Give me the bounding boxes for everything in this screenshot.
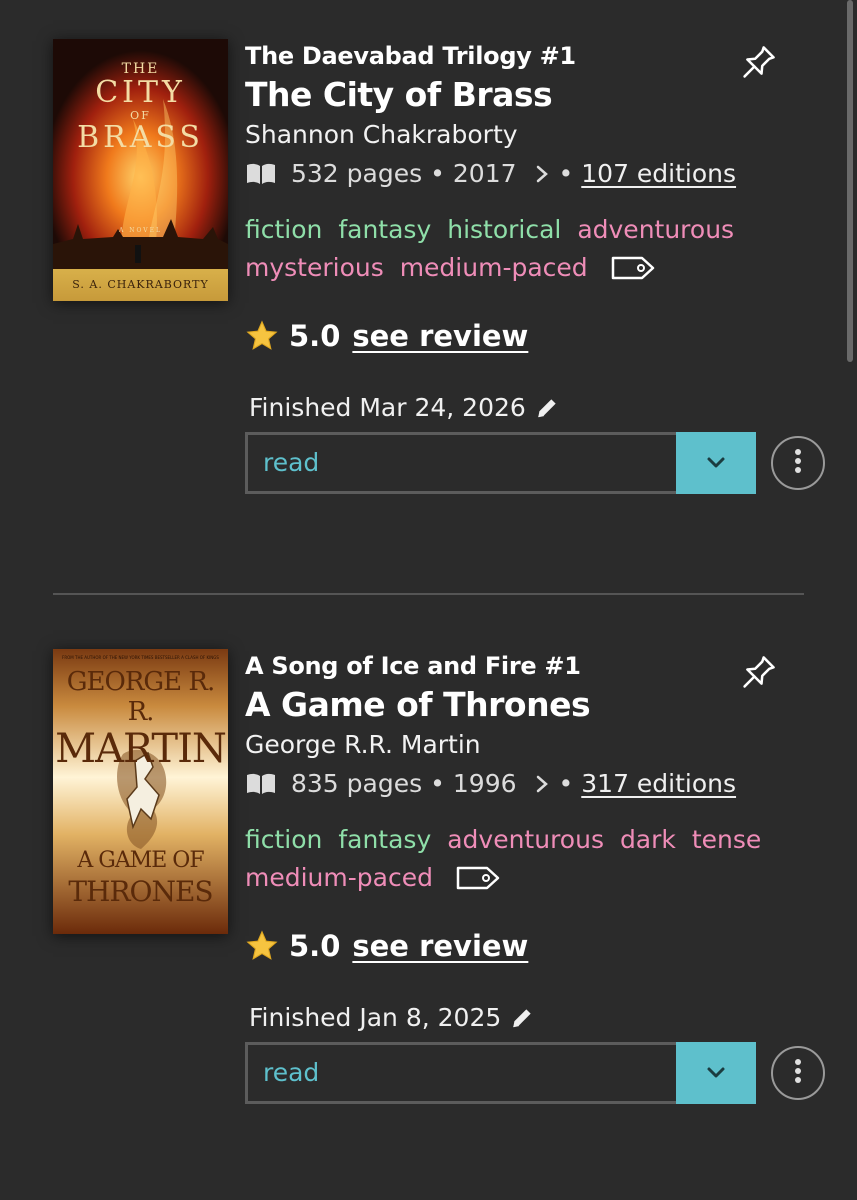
meta-separator: • bbox=[430, 159, 445, 188]
publish-year: 1996 bbox=[452, 769, 517, 798]
book-cover[interactable]: THE CITY OF BRASS A NOVEL S. A. CHAKRABO… bbox=[53, 39, 228, 301]
cover-title: THE CITY OF BRASS bbox=[77, 61, 204, 155]
tag-list: fiction fantasy historical adventurous m… bbox=[245, 211, 805, 293]
book-title[interactable]: The City of Brass bbox=[245, 75, 553, 114]
cover-author: S. A. CHAKRABORTY bbox=[72, 278, 209, 291]
book-author[interactable]: George R.R. Martin bbox=[245, 730, 481, 759]
mood-tag[interactable]: mysterious bbox=[245, 253, 384, 282]
finished-label: Finished Jan 8, 2025 bbox=[249, 1003, 502, 1032]
tag-icon[interactable] bbox=[455, 864, 501, 903]
status-value: read bbox=[263, 1058, 320, 1087]
genre-tag[interactable]: fiction bbox=[245, 825, 322, 854]
mood-tag[interactable]: dark bbox=[620, 825, 676, 854]
finished-label: Finished Mar 24, 2026 bbox=[249, 393, 526, 422]
divider bbox=[53, 593, 804, 595]
finished-date[interactable]: Finished Mar 24, 2026 bbox=[249, 393, 560, 422]
book-meta: 532 pages • 2017 • 107 editions bbox=[245, 159, 736, 188]
tag-icon[interactable] bbox=[610, 254, 656, 293]
book-meta: 835 pages • 1996 • 317 editions bbox=[245, 769, 736, 798]
book-cover[interactable]: FROM THE AUTHOR OF THE NEW YORK TIMES BE… bbox=[53, 649, 228, 934]
pin-icon[interactable] bbox=[735, 650, 781, 700]
genre-tag[interactable]: historical bbox=[447, 215, 561, 244]
publish-year: 2017 bbox=[452, 159, 517, 188]
pace-tag[interactable]: medium-paced bbox=[245, 863, 433, 892]
more-options-button[interactable] bbox=[771, 1046, 825, 1100]
genre-tag[interactable]: fantasy bbox=[338, 215, 431, 244]
status-value: read bbox=[263, 448, 320, 477]
page-count: 835 pages bbox=[291, 769, 423, 798]
book-author[interactable]: Shannon Chakraborty bbox=[245, 120, 518, 149]
pencil-icon[interactable] bbox=[509, 1005, 535, 1031]
rating-value: 5.0 bbox=[289, 319, 341, 353]
cover-title: A GAME OF THRONES bbox=[68, 848, 213, 908]
rating-value: 5.0 bbox=[289, 929, 341, 963]
book-title[interactable]: A Game of Thrones bbox=[245, 685, 591, 724]
genre-tag[interactable]: fiction bbox=[245, 215, 322, 244]
book-open-icon bbox=[245, 162, 277, 186]
tag-list: fiction fantasy adventurous dark tense m… bbox=[245, 821, 805, 903]
editions-link[interactable]: 107 editions bbox=[581, 159, 736, 188]
rating: 5.0 see review bbox=[245, 929, 528, 963]
see-review-link[interactable]: see review bbox=[352, 929, 528, 963]
page-count: 532 pages bbox=[291, 159, 423, 188]
series-label[interactable]: The Daevabad Trilogy #1 bbox=[245, 42, 576, 70]
editions-link[interactable]: 317 editions bbox=[581, 769, 736, 798]
chevron-right-icon[interactable] bbox=[535, 774, 549, 794]
mood-tag[interactable]: adventurous bbox=[447, 825, 604, 854]
more-options-button[interactable] bbox=[771, 436, 825, 490]
book-card: THE CITY OF BRASS A NOVEL S. A. CHAKRABO… bbox=[0, 0, 857, 560]
status-dropdown[interactable]: read bbox=[245, 1042, 756, 1104]
cover-novel-label: A NOVEL bbox=[118, 227, 162, 234]
meta-separator: • bbox=[558, 159, 574, 188]
cover-author: GEORGE R. R. MARTIN bbox=[55, 667, 227, 772]
meta-separator: • bbox=[558, 769, 574, 798]
more-vertical-icon bbox=[794, 448, 802, 478]
status-dropdown[interactable]: read bbox=[245, 432, 756, 494]
genre-tag[interactable]: fantasy bbox=[338, 825, 431, 854]
more-vertical-icon bbox=[794, 1058, 802, 1088]
meta-separator: • bbox=[430, 769, 445, 798]
finished-date[interactable]: Finished Jan 8, 2025 bbox=[249, 1003, 535, 1032]
chevron-down-icon[interactable] bbox=[676, 1042, 756, 1104]
chevron-right-icon[interactable] bbox=[535, 164, 549, 184]
pace-tag[interactable]: medium-paced bbox=[400, 253, 588, 282]
rating: 5.0 see review bbox=[245, 319, 528, 353]
book-open-icon bbox=[245, 772, 277, 796]
cover-blurb: FROM THE AUTHOR OF THE NEW YORK TIMES BE… bbox=[62, 655, 219, 660]
mood-tag[interactable]: tense bbox=[692, 825, 761, 854]
book-card: FROM THE AUTHOR OF THE NEW YORK TIMES BE… bbox=[0, 610, 857, 1170]
star-icon bbox=[245, 319, 279, 353]
pin-icon[interactable] bbox=[735, 40, 781, 90]
pencil-icon[interactable] bbox=[534, 395, 560, 421]
mood-tag[interactable]: adventurous bbox=[577, 215, 734, 244]
chevron-down-icon[interactable] bbox=[676, 432, 756, 494]
star-icon bbox=[245, 929, 279, 963]
see-review-link[interactable]: see review bbox=[352, 319, 528, 353]
series-label[interactable]: A Song of Ice and Fire #1 bbox=[245, 652, 581, 680]
